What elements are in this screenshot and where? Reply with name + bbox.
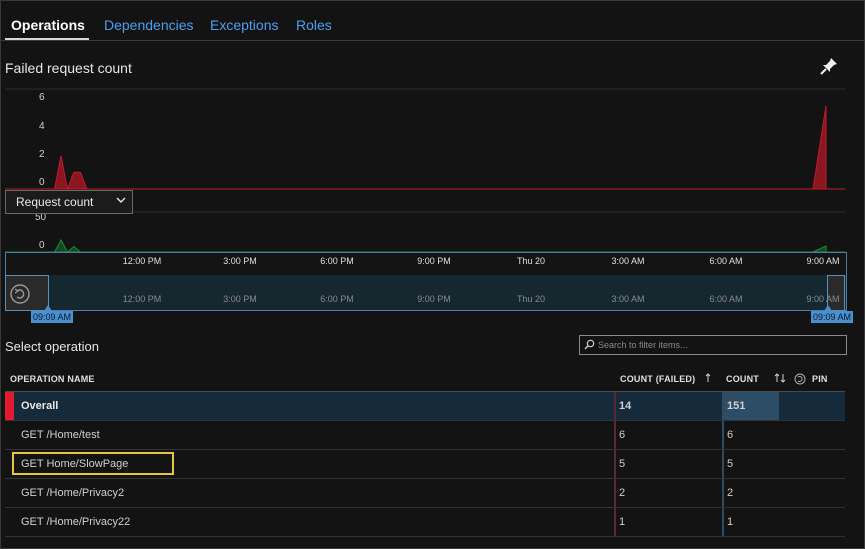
x-tick-label: 3:00 AM bbox=[611, 256, 645, 266]
sort-both-icon[interactable] bbox=[774, 373, 786, 383]
operation-row[interactable]: GET /Home/Privacy22 1 1 bbox=[5, 508, 845, 537]
failed-bar bbox=[614, 508, 616, 536]
failed-bar bbox=[614, 392, 616, 420]
tab-operations[interactable]: Operations bbox=[11, 17, 85, 33]
metric-dropdown-label: Request count bbox=[16, 195, 94, 209]
overview-x-tick-label: Thu 20 bbox=[516, 294, 546, 304]
search-icon bbox=[584, 339, 595, 350]
failed-bar bbox=[614, 450, 616, 478]
overview-x-tick-label: 6:00 PM bbox=[320, 294, 354, 304]
x-tick-label: Thu 20 bbox=[516, 256, 546, 266]
failed-count: 6 bbox=[619, 429, 626, 441]
total-count: 151 bbox=[727, 400, 746, 412]
y-tick-2: 2 bbox=[39, 149, 45, 160]
failed-count: 1 bbox=[619, 516, 626, 528]
failed-count: 5 bbox=[619, 458, 626, 470]
chart-title: Failed request count bbox=[5, 60, 132, 76]
column-header-count-failed[interactable]: COUNT (FAILED) bbox=[620, 374, 695, 384]
overall-row[interactable]: Overall 14 151 bbox=[5, 392, 845, 421]
count-bar bbox=[722, 450, 724, 478]
failed-count: 14 bbox=[619, 400, 632, 412]
x-tick-label: 6:00 AM bbox=[709, 256, 743, 266]
overview-x-tick-label: 6:00 AM bbox=[709, 294, 743, 304]
request-count-chart bbox=[5, 211, 845, 253]
operation-name: GET /Home/Privacy22 bbox=[21, 516, 131, 528]
pin-icon[interactable] bbox=[819, 56, 839, 76]
tab-exceptions[interactable]: Exceptions bbox=[210, 17, 278, 33]
x-tick-label: 9:00 AM bbox=[806, 256, 840, 266]
highlighted-row-outline bbox=[12, 452, 174, 475]
y-tick-0b: 0 bbox=[39, 240, 45, 251]
sort-ascending-icon[interactable] bbox=[705, 373, 711, 383]
operations-title: Select operation bbox=[5, 339, 99, 354]
count-series-area bbox=[48, 238, 827, 253]
failed-bar bbox=[614, 421, 616, 449]
overview-x-tick-label: 9:00 PM bbox=[417, 294, 451, 304]
time-range-overview[interactable] bbox=[5, 275, 847, 311]
operation-row[interactable]: GET /Home/test 6 6 bbox=[5, 421, 845, 450]
metric-dropdown[interactable]: Request count bbox=[5, 190, 133, 214]
y-tick-4: 4 bbox=[39, 121, 45, 132]
reset-zoom-icon[interactable] bbox=[9, 283, 31, 305]
tab-bar: Operations Dependencies Exceptions Roles bbox=[0, 0, 865, 41]
y-tick-6: 6 bbox=[39, 92, 45, 103]
range-start-label: 09:09 AM bbox=[31, 311, 74, 323]
total-count: 1 bbox=[727, 516, 734, 528]
x-tick-label: 9:00 PM bbox=[417, 256, 451, 266]
pin-column-icon bbox=[794, 373, 806, 385]
x-tick-label: 12:00 PM bbox=[122, 256, 162, 266]
column-header-count[interactable]: COUNT bbox=[726, 374, 759, 384]
operation-row[interactable]: GET /Home/Privacy2 2 2 bbox=[5, 479, 845, 508]
operation-name: Overall bbox=[21, 400, 59, 412]
active-tab-indicator bbox=[5, 38, 89, 40]
overview-x-tick-label: 9:00 AM bbox=[806, 294, 840, 304]
count-bar bbox=[722, 508, 724, 536]
range-end-label: 09:09 AM bbox=[811, 311, 854, 323]
overview-x-tick-label: 3:00 PM bbox=[223, 294, 257, 304]
operation-name: GET /Home/test bbox=[21, 429, 100, 441]
chevron-down-icon bbox=[116, 197, 126, 203]
column-header-operation-name[interactable]: OPERATION NAME bbox=[10, 374, 95, 384]
x-tick-label: 3:00 PM bbox=[223, 256, 257, 266]
operation-name: GET /Home/Privacy2 bbox=[21, 487, 125, 499]
total-count: 5 bbox=[727, 458, 734, 470]
y-tick-0: 0 bbox=[39, 177, 45, 188]
failed-count: 2 bbox=[619, 487, 626, 499]
column-header-pin: PIN bbox=[812, 374, 828, 384]
tab-roles[interactable]: Roles bbox=[296, 17, 332, 33]
tab-dependencies[interactable]: Dependencies bbox=[104, 17, 194, 33]
selected-indicator bbox=[5, 392, 14, 420]
overview-x-tick-label: 3:00 AM bbox=[611, 294, 645, 304]
failed-series-area bbox=[48, 105, 827, 191]
search-input[interactable] bbox=[598, 337, 838, 352]
overview-x-tick-label: 12:00 PM bbox=[122, 294, 162, 304]
total-count: 2 bbox=[727, 487, 734, 499]
failed-bar bbox=[614, 479, 616, 507]
x-tick-label: 6:00 PM bbox=[320, 256, 354, 266]
failed-request-chart bbox=[5, 88, 845, 191]
search-field[interactable] bbox=[579, 335, 847, 355]
count-bar bbox=[722, 479, 724, 507]
count-bar bbox=[722, 421, 724, 449]
total-count: 6 bbox=[727, 429, 734, 441]
